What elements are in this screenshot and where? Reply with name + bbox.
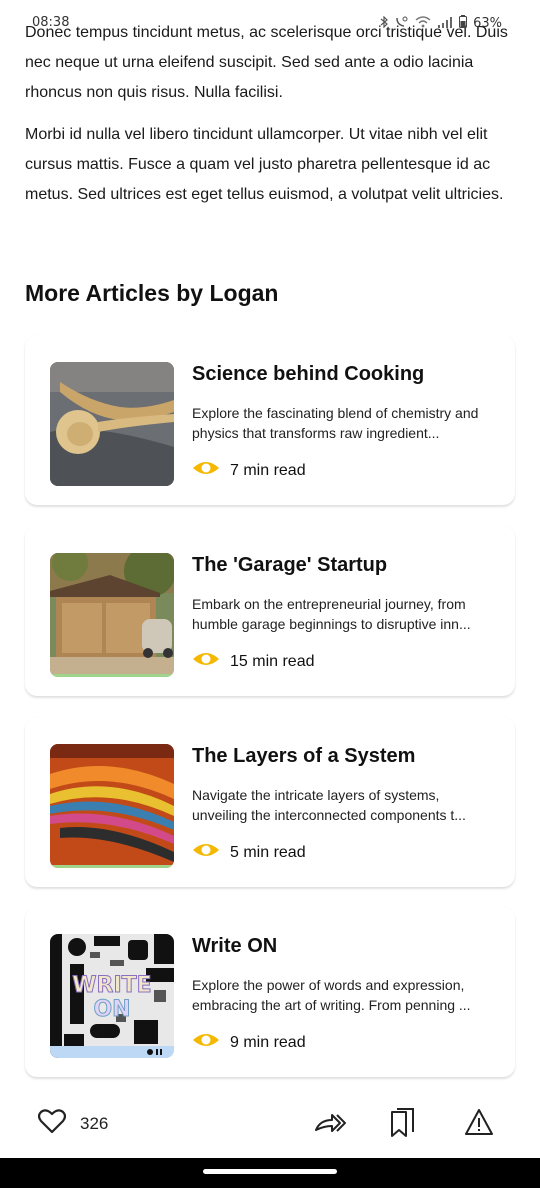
bookmark-button[interactable] <box>389 1108 419 1138</box>
read-time: 5 min read <box>192 841 306 864</box>
eye-icon <box>192 841 220 864</box>
read-time-label: 5 min read <box>230 843 306 861</box>
eye-icon <box>192 1031 220 1054</box>
article-card-title[interactable]: The Layers of a System <box>192 745 415 768</box>
read-time: 9 min read <box>192 1031 306 1054</box>
like-button[interactable]: 326 <box>37 1108 109 1139</box>
article-card[interactable]: The Layers of a System Navigate the intr… <box>25 717 515 887</box>
article-thumbnail <box>50 744 174 868</box>
read-time-label: 7 min read <box>230 461 306 479</box>
report-button[interactable] <box>464 1108 494 1138</box>
read-time: 7 min read <box>192 459 306 482</box>
article-card[interactable]: WRITE ON Write ON Explore the power of w… <box>25 907 515 1077</box>
article-thumbnail <box>50 362 174 486</box>
read-time-label: 15 min read <box>230 652 315 670</box>
like-count: 326 <box>80 1113 109 1133</box>
bottom-action-bar: 326 <box>0 1092 540 1152</box>
read-time: 15 min read <box>192 650 315 673</box>
wifi-call-icon <box>395 16 409 32</box>
battery-icon <box>459 15 468 32</box>
article-paragraph: Morbi id nulla vel libero tincidunt ulla… <box>25 126 504 203</box>
article-card-description: Explore the fascinating blend of chemist… <box>192 405 479 441</box>
system-nav-bar <box>0 1158 540 1188</box>
more-articles-heading: More Articles by Logan <box>25 280 279 306</box>
bluetooth-icon <box>379 15 389 32</box>
share-icon[interactable] <box>314 1114 347 1142</box>
status-icons: 63% <box>379 15 502 32</box>
eye-icon <box>192 459 220 482</box>
article-card-title[interactable]: Science behind Cooking <box>192 363 424 386</box>
share-button[interactable] <box>314 1108 347 1138</box>
battery-level: 63% <box>473 16 502 31</box>
article-thumbnail <box>50 553 174 677</box>
wifi-icon <box>415 15 431 32</box>
signal-icon <box>437 16 453 32</box>
article-card-title[interactable]: The 'Garage' Startup <box>192 554 387 577</box>
heart-icon[interactable] <box>37 1108 67 1139</box>
status-bar: 08:38 63% <box>0 0 540 40</box>
article-card[interactable]: The 'Garage' Startup Embark on the entre… <box>25 526 515 696</box>
warning-icon[interactable] <box>464 1109 494 1140</box>
article-card-description: Navigate the intricate layers of systems… <box>192 787 466 823</box>
status-time: 08:38 <box>32 15 70 30</box>
home-gesture-handle[interactable] <box>203 1169 337 1174</box>
bookmark-icon[interactable] <box>389 1108 417 1142</box>
article-card[interactable]: Science behind Cooking Explore the fasci… <box>25 335 515 505</box>
svg-text:ON: ON <box>93 997 130 1022</box>
article-card-description: Embark on the entrepreneurial journey, f… <box>192 596 471 632</box>
svg-text:WRITE: WRITE <box>72 973 151 998</box>
article-card-title[interactable]: Write ON <box>192 935 277 958</box>
article-card-description: Explore the power of words and expressio… <box>192 977 471 1013</box>
eye-icon <box>192 650 220 673</box>
read-time-label: 9 min read <box>230 1033 306 1051</box>
article-thumbnail: WRITE ON <box>50 934 174 1058</box>
